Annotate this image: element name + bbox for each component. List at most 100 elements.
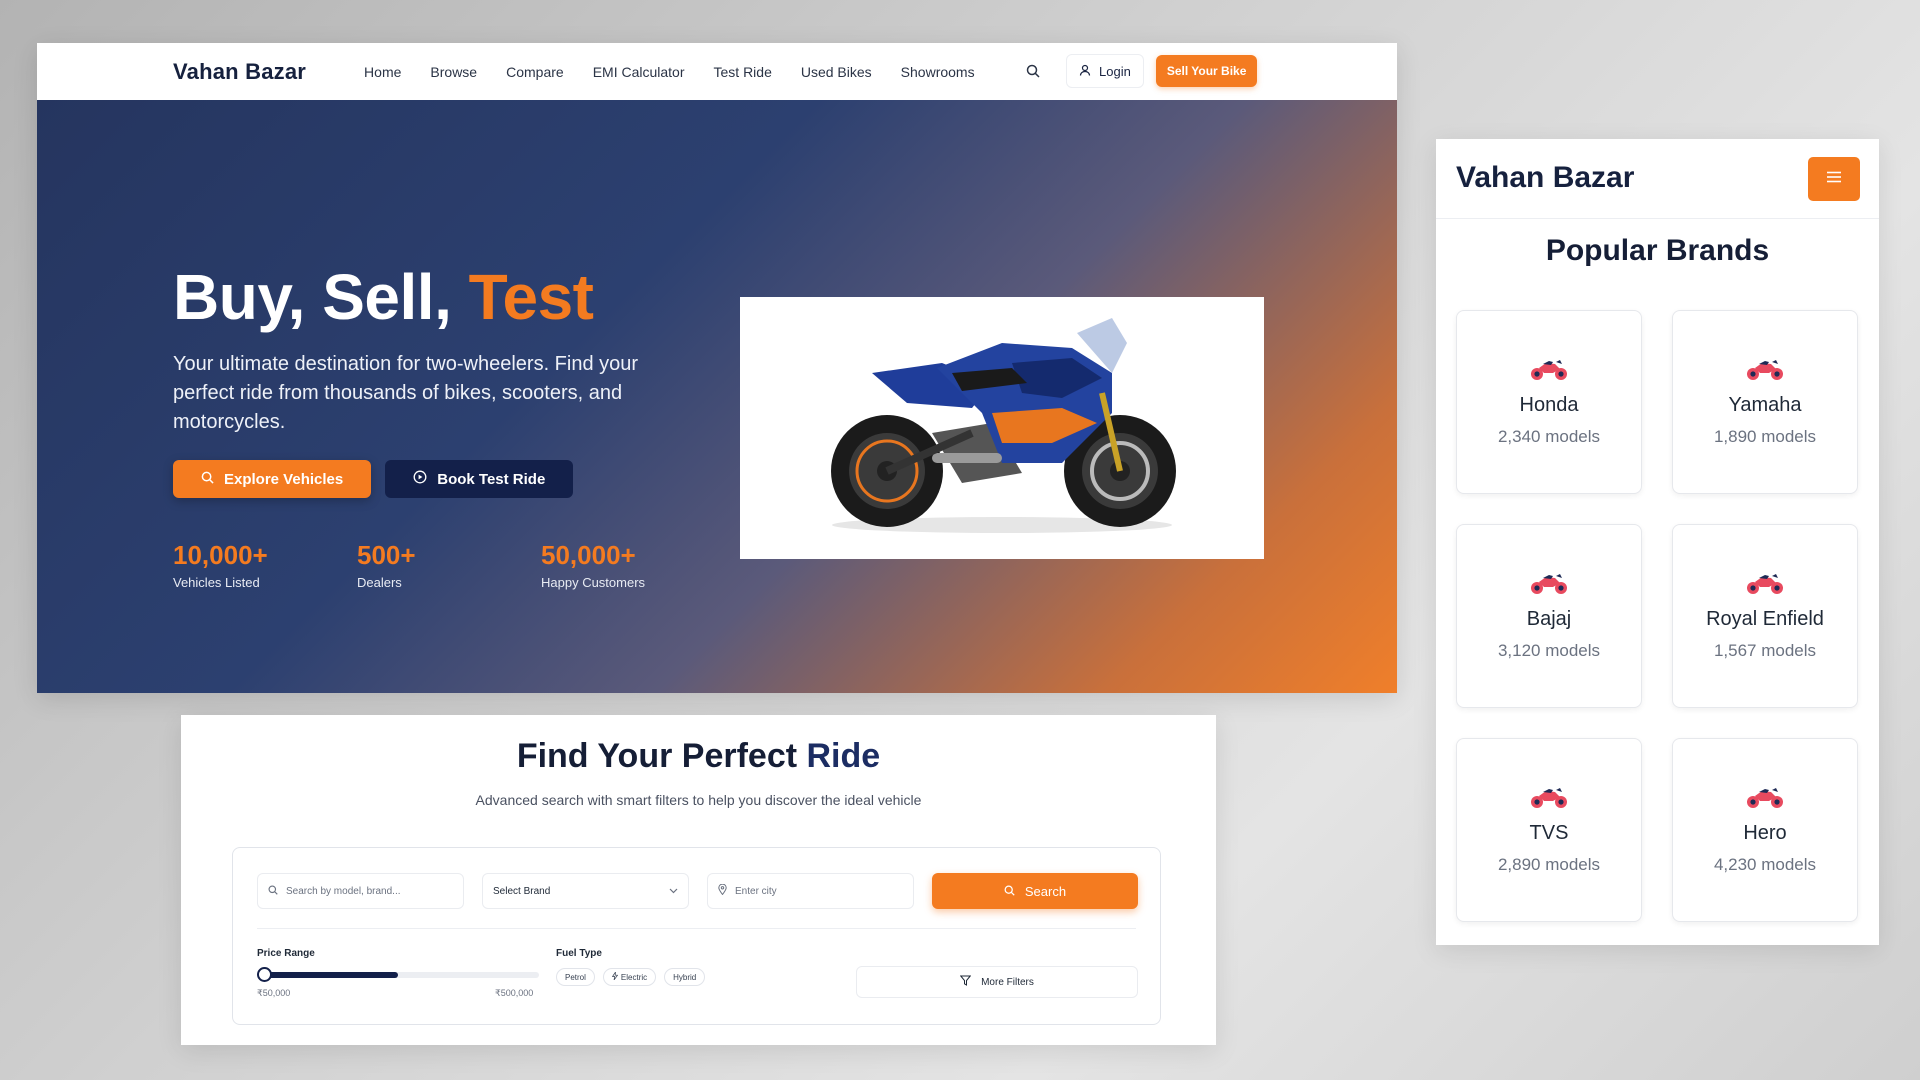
- mobile-logo[interactable]: Vahan Bazar: [1456, 161, 1634, 195]
- brand-select-value: Select Brand: [493, 885, 551, 897]
- search-button-label: Search: [1024, 883, 1067, 899]
- explore-vehicles-label: Explore Vehicles: [224, 470, 344, 488]
- nav-compare[interactable]: Compare: [506, 64, 564, 80]
- brand-card-honda[interactable]: Honda 2,340 models: [1456, 310, 1642, 494]
- brand-card-royal-enfield[interactable]: Royal Enfield 1,567 models: [1672, 524, 1858, 708]
- stat-value: 50,000+: [541, 540, 636, 570]
- fuel-type-options: Petrol Electric Hybrid: [556, 968, 706, 986]
- fuel-chip-petrol[interactable]: Petrol: [556, 968, 595, 986]
- price-range-slider[interactable]: [257, 967, 539, 982]
- book-test-ride-label: Book Test Ride: [437, 470, 546, 488]
- mobile-mockup: Vahan Bazar Popular Brands Honda 2,340 m…: [1436, 139, 1879, 945]
- hero-motorcycle-image: [740, 297, 1264, 559]
- hamburger-menu-button[interactable]: [1808, 157, 1860, 201]
- stat-label: Dealers: [357, 575, 402, 590]
- motorcycle-icon: [1673, 784, 1857, 810]
- price-min-value: ₹50,000: [257, 988, 291, 998]
- nav-home[interactable]: Home: [364, 64, 401, 80]
- login-label: Login: [1099, 63, 1131, 79]
- brand-name: TVS: [1529, 822, 1569, 844]
- nav-showrooms[interactable]: Showrooms: [901, 64, 975, 80]
- city-input-placeholder: Enter city: [735, 885, 777, 897]
- hero-buttons: Explore Vehicles Book Test Ride: [173, 460, 574, 498]
- mobile-header: Vahan Bazar: [1436, 139, 1879, 219]
- play-circle-icon: [413, 470, 427, 488]
- city-input[interactable]: Enter city: [707, 873, 914, 909]
- search-title-main: Find Your Perfect: [516, 737, 807, 775]
- more-filters-label: More Filters: [981, 976, 1034, 988]
- brand-name: Honda: [1519, 394, 1579, 416]
- search-subtitle: Advanced search with smart filters to he…: [475, 792, 922, 808]
- brand-card-tvs[interactable]: TVS 2,890 models: [1456, 738, 1642, 922]
- login-button[interactable]: Login: [1066, 54, 1144, 88]
- brand-model-count: 4,230 models: [1713, 855, 1817, 874]
- nav-test-ride[interactable]: Test Ride: [714, 64, 772, 80]
- brand-name: Royal Enfield: [1706, 608, 1824, 630]
- search-icon[interactable]: [1022, 60, 1044, 82]
- stat-value: 500+: [357, 540, 416, 570]
- nav-emi-calculator[interactable]: EMI Calculator: [593, 64, 685, 80]
- price-range-thumb[interactable]: [257, 967, 272, 982]
- nav-actions: Login Sell Your Bike: [1022, 54, 1258, 88]
- stat-label: Vehicles Listed: [173, 575, 260, 590]
- hero-title-main: Buy, Sell,: [173, 261, 469, 333]
- brand-model-count: 1,567 models: [1713, 641, 1817, 660]
- search-icon: [201, 471, 214, 488]
- price-range-label: Price Range: [257, 948, 315, 959]
- brand-card-hero[interactable]: Hero 4,230 models: [1672, 738, 1858, 922]
- hero-title-accent: Test: [468, 261, 594, 333]
- fuel-type-label: Fuel Type: [556, 948, 602, 959]
- nav-links: Home Browse Compare EMI Calculator Test …: [364, 64, 975, 80]
- search-section: Find Your Perfect Ride Advanced search w…: [181, 715, 1216, 1045]
- hero-title: Buy, Sell, Test: [173, 260, 594, 334]
- brand-select[interactable]: Select Brand: [482, 873, 689, 909]
- price-range-fill: [263, 972, 399, 978]
- nav-used-bikes[interactable]: Used Bikes: [801, 64, 872, 80]
- menu-icon: [1826, 170, 1842, 188]
- book-test-ride-button[interactable]: Book Test Ride: [385, 460, 574, 498]
- more-filters-button[interactable]: More Filters: [856, 966, 1138, 998]
- lightning-icon: [611, 971, 619, 982]
- hero-stats: 10,000+ Vehicles Listed 500+ Dealers 50,…: [173, 540, 645, 590]
- motorcycle-illustration: [831, 318, 1176, 533]
- stat-customers: 50,000+ Happy Customers: [541, 540, 645, 590]
- search-icon: [1004, 884, 1015, 899]
- explore-vehicles-button[interactable]: Explore Vehicles: [173, 460, 372, 498]
- site-logo[interactable]: Vahan Bazar: [173, 59, 306, 85]
- search-form: Search by model, brand... Select Brand E…: [232, 847, 1161, 1025]
- brand-name: Bajaj: [1526, 608, 1572, 630]
- popular-brands-title: Popular Brands: [1545, 234, 1770, 267]
- desktop-mockup: Vahan Bazar Home Browse Compare EMI Calc…: [37, 43, 1397, 693]
- brand-model-count: 3,120 models: [1497, 641, 1601, 660]
- brand-model-count: 1,890 models: [1713, 427, 1817, 446]
- brand-card-bajaj[interactable]: Bajaj 3,120 models: [1456, 524, 1642, 708]
- hero-section: Buy, Sell, Test Your ultimate destinatio…: [37, 100, 1397, 693]
- brand-card-yamaha[interactable]: Yamaha 1,890 models: [1672, 310, 1858, 494]
- motorcycle-icon: [1673, 570, 1857, 596]
- motorcycle-icon: [1457, 356, 1641, 382]
- stat-dealers: 500+ Dealers: [357, 540, 541, 590]
- search-button[interactable]: Search: [932, 873, 1138, 909]
- brand-model-count: 2,890 models: [1497, 855, 1601, 874]
- search-title: Find Your Perfect Ride: [181, 737, 1216, 776]
- search-input[interactable]: Search by model, brand...: [257, 873, 464, 909]
- fuel-chip-electric[interactable]: Electric: [602, 968, 657, 986]
- hero-description: Your ultimate destination for two-wheele…: [173, 353, 639, 433]
- motorcycle-icon: [1457, 784, 1641, 810]
- chip-label: Hybrid: [673, 972, 697, 982]
- brand-name: Yamaha: [1728, 394, 1802, 416]
- nav-browse[interactable]: Browse: [430, 64, 477, 80]
- fuel-chip-hybrid[interactable]: Hybrid: [664, 968, 706, 986]
- brand-model-count: 2,340 models: [1497, 427, 1601, 446]
- divider: [257, 928, 1136, 929]
- motorcycle-icon: [1457, 570, 1641, 596]
- brand-name: Hero: [1743, 822, 1787, 844]
- search-icon: [268, 885, 278, 898]
- motorcycle-icon: [1673, 356, 1857, 382]
- chip-label: Petrol: [565, 972, 586, 982]
- location-pin-icon: [718, 883, 727, 898]
- chip-label: Electric: [620, 972, 648, 982]
- sell-your-bike-button[interactable]: Sell Your Bike: [1155, 55, 1258, 87]
- stat-label: Happy Customers: [541, 575, 646, 590]
- price-max-value: ₹500,000: [495, 988, 534, 998]
